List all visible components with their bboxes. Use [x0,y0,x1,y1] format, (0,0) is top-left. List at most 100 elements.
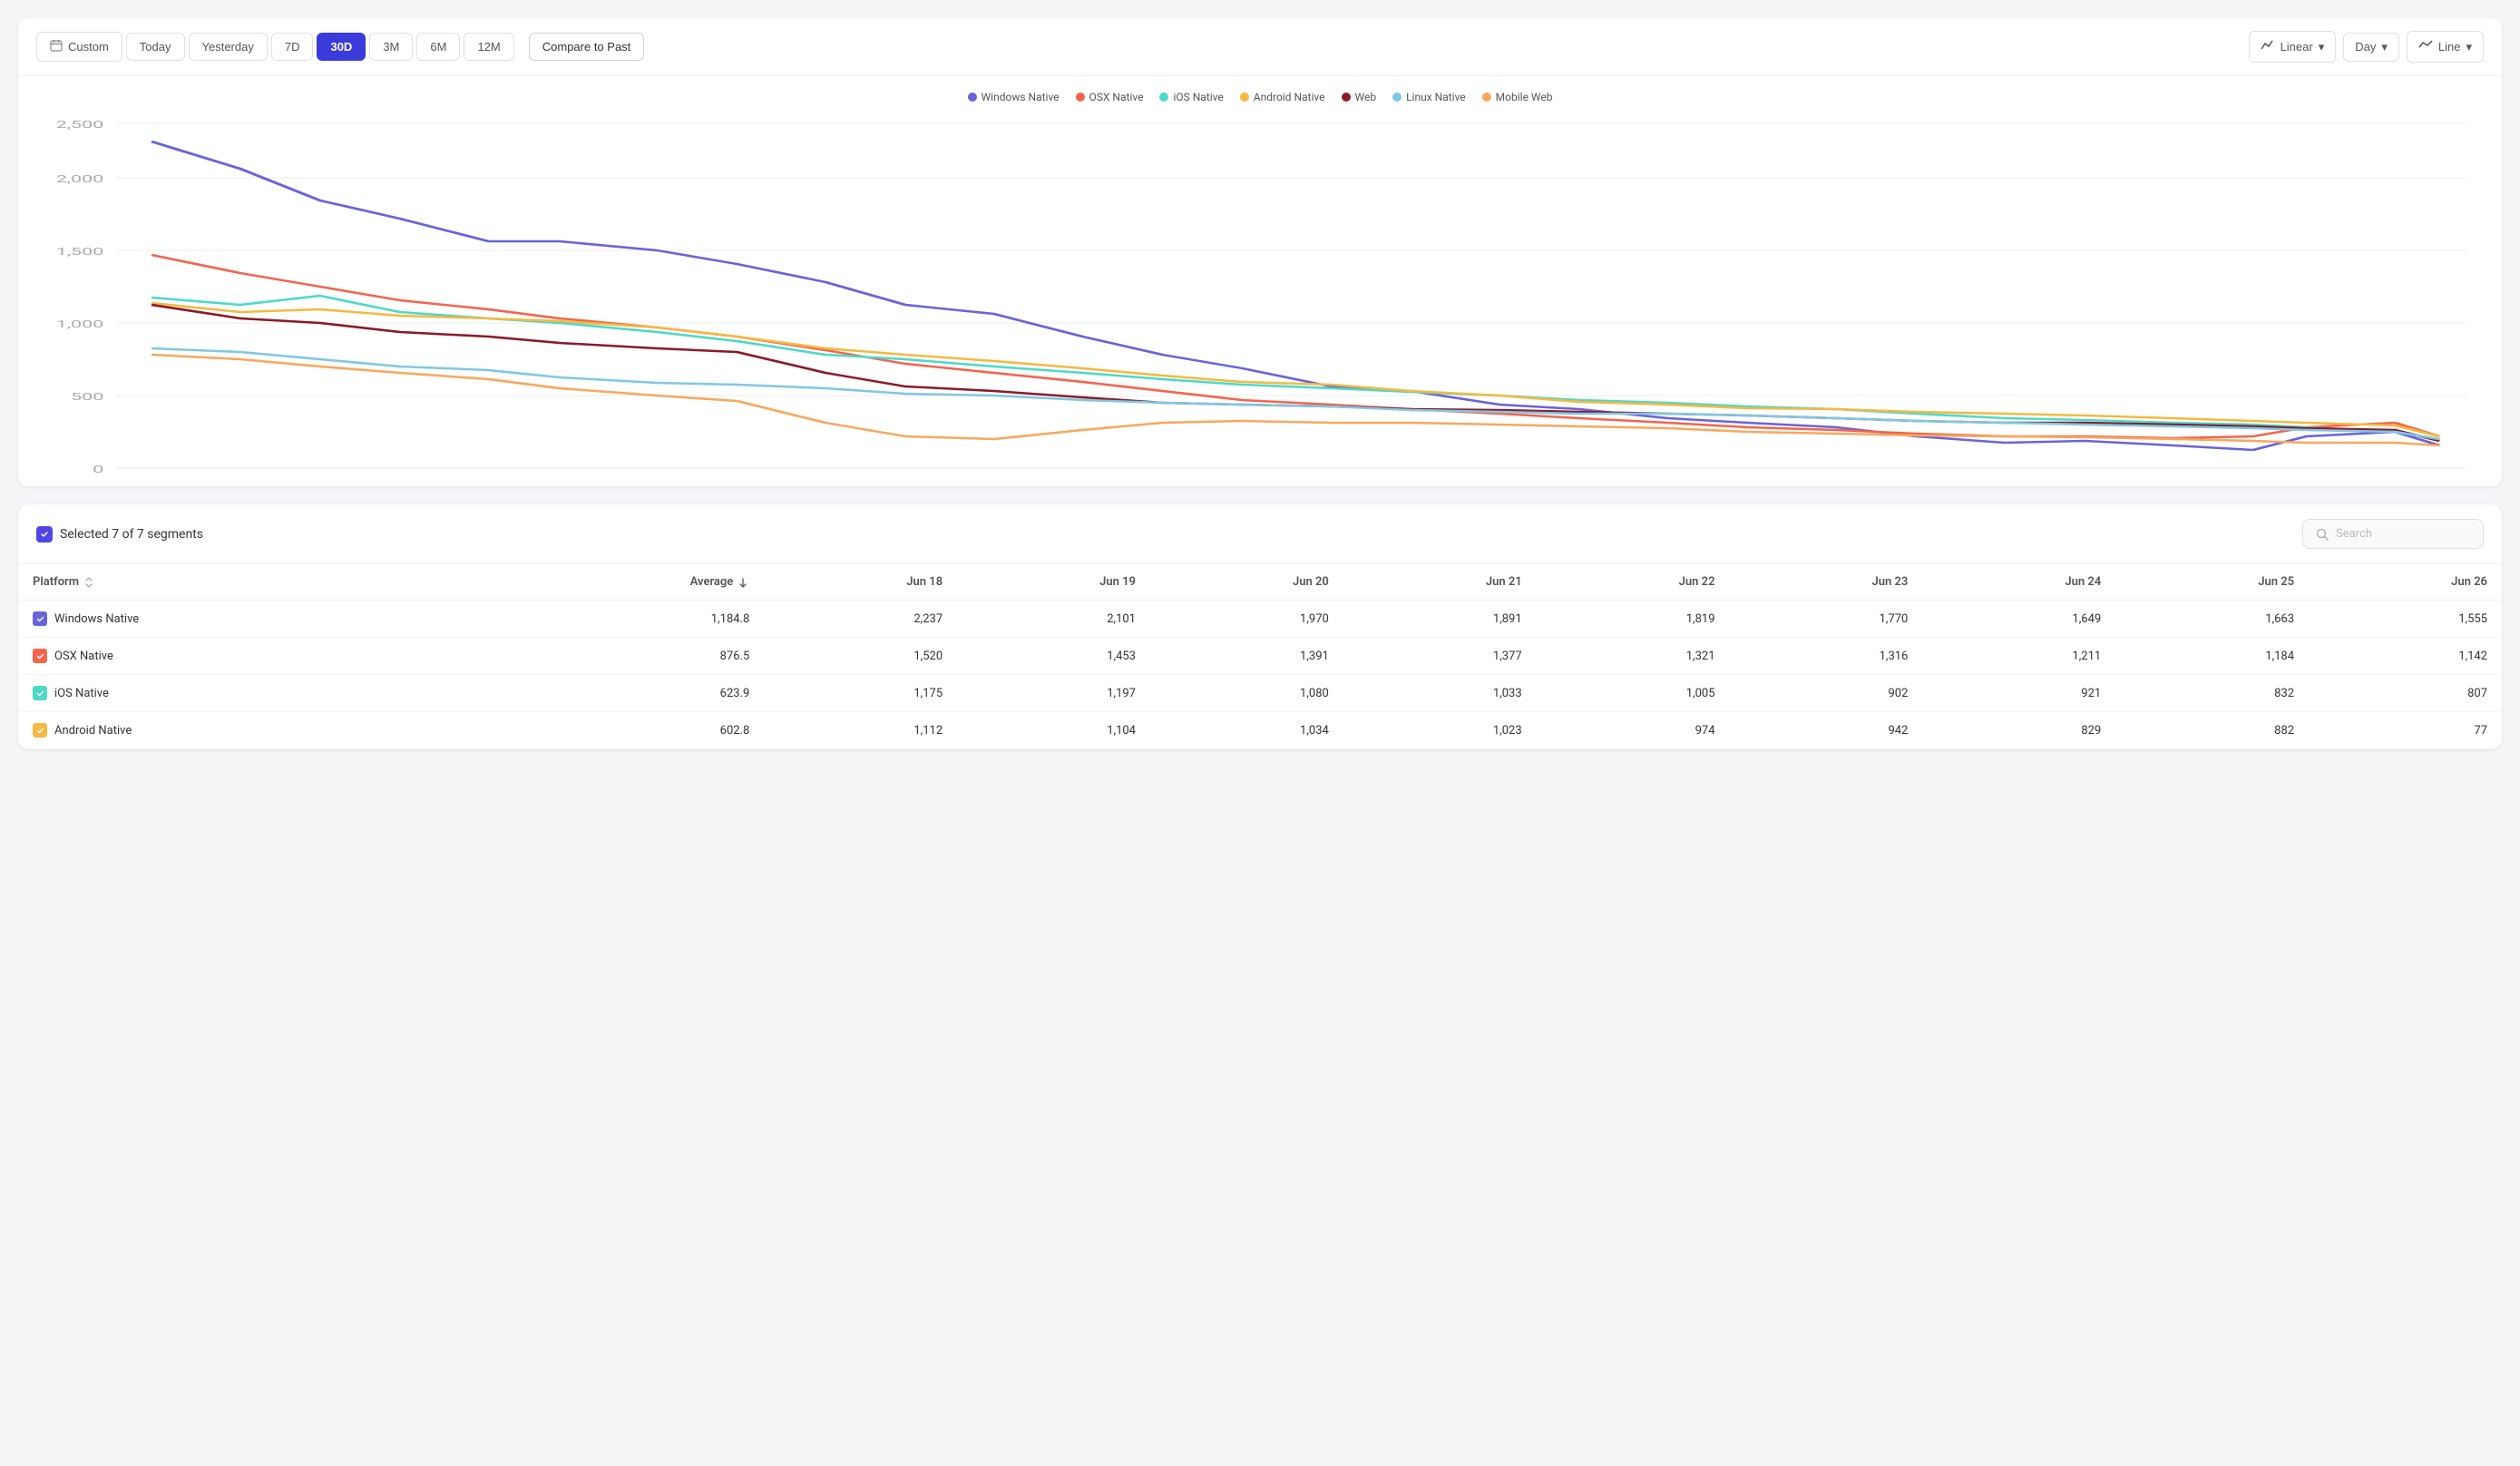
jun18-header: Jun 18 [764,564,957,601]
platform-header[interactable]: Platform [18,564,502,601]
legend-item-osx-native: OSX Native [1076,91,1144,103]
svg-text:Jun 20: Jun 20 [290,475,349,477]
toolbar: Custom Today Yesterday 7D 30D 3M 6M 12M [18,18,2502,76]
svg-text:Jul 6: Jul 6 [1646,475,1688,477]
average-cell: 602.8 [502,712,764,749]
value-cell: 1,104 [957,712,1150,749]
row-checkbox-1[interactable] [33,649,47,663]
svg-text:Jun 24: Jun 24 [628,475,688,477]
day-dropdown[interactable]: Day ▾ [2343,33,2399,62]
jun21-header: Jun 21 [1343,564,1537,601]
value-cell: 1,033 [1343,675,1537,712]
value-cell: 1,649 [1922,601,2115,638]
platform-name-2: iOS Native [54,687,109,700]
platform-name-0: Windows Native [54,612,139,626]
legend-item-windows-native: Windows Native [968,91,1060,103]
legend-label: Mobile Web [1496,91,1553,103]
value-cell: 1,175 [764,675,957,712]
legend-item-mobile-web: Mobile Web [1482,91,1553,103]
table-head: Platform Average [18,564,2502,601]
svg-text:1,000: 1,000 [56,318,104,330]
select-all-checkbox[interactable] [36,526,53,542]
value-cell: 1,453 [957,638,1150,675]
selected-count-label: Selected 7 of 7 segments [60,527,203,542]
svg-text:Jul 8: Jul 8 [1815,475,1857,477]
jun24-header: Jun 24 [1922,564,2115,601]
svg-text:Jun 28: Jun 28 [964,475,1023,477]
svg-text:Jul 4: Jul 4 [1479,475,1521,477]
value-cell: 1,142 [2309,638,2502,675]
legend-label: Windows Native [982,91,1060,103]
row-checkbox-2[interactable] [33,686,47,700]
average-header[interactable]: Average [502,564,764,601]
7d-label: 7D [285,40,300,54]
value-cell: 1,391 [1150,638,1343,675]
custom-button[interactable]: Custom [36,32,122,62]
legend-label: Linux Native [1406,91,1466,103]
data-table: Platform Average [18,564,2502,749]
7d-button[interactable]: 7D [271,33,314,61]
legend-item-ios-native: iOS Native [1159,91,1223,103]
platform-cell: Windows Native [18,601,502,638]
legend-dot [968,93,977,102]
value-cell: 1,005 [1537,675,1730,712]
value-cell: 1,034 [1150,712,1343,749]
table-card: Selected 7 of 7 segments Search Platform [18,504,2502,749]
day-label: Day [2355,40,2376,54]
svg-text:Jun 22: Jun 22 [459,475,518,477]
value-cell: 1,819 [1537,601,1730,638]
chart-container: 0 500 1,000 1,500 2,000 2,500 Jun 18 Jun… [36,114,2484,477]
row-checkbox-3[interactable] [33,723,47,738]
legend-item-android-native: Android Native [1240,91,1325,103]
yesterday-label: Yesterday [202,40,254,54]
legend-label: iOS Native [1173,91,1223,103]
line-dropdown[interactable]: Line ▾ [2407,31,2484,63]
30d-button[interactable]: 30D [317,33,366,61]
legend-dot [1342,93,1351,102]
search-box[interactable]: Search [2302,519,2484,549]
table-header: Selected 7 of 7 segments Search [18,504,2502,564]
today-button[interactable]: Today [126,33,185,61]
6m-button[interactable]: 6M [416,33,460,61]
platform-header-label: Platform [33,575,79,589]
jun19-header: Jun 19 [957,564,1150,601]
legend-dot [1159,93,1168,102]
linear-dropdown[interactable]: Linear ▾ [2249,31,2337,63]
value-cell: 1,770 [1730,601,1923,638]
yesterday-button[interactable]: Yesterday [189,33,268,61]
12m-button[interactable]: 12M [464,33,513,61]
toolbar-right: Linear ▾ Day ▾ Line ▾ [2249,31,2484,63]
value-cell: 1,184 [2115,638,2309,675]
jun25-header: Jun 25 [2115,564,2309,601]
value-cell: 807 [2309,675,2502,712]
chart-area: Windows Native OSX Native iOS Native Androi… [18,76,2502,486]
row-checkbox-0[interactable] [33,611,47,626]
value-cell: 829 [1922,712,2115,749]
value-cell: 942 [1730,712,1923,749]
value-cell: 902 [1730,675,1923,712]
today-label: Today [140,40,171,54]
svg-text:2,000: 2,000 [56,173,104,185]
platform-name-3: Android Native [54,724,132,738]
custom-label: Custom [68,40,109,54]
average-sort-icon [737,576,749,589]
value-cell: 1,321 [1537,638,1730,675]
value-cell: 974 [1537,712,1730,749]
3m-button[interactable]: 3M [369,33,413,61]
value-cell: 1,112 [764,712,957,749]
svg-text:Jul 16: Jul 16 [2413,475,2466,477]
svg-text:Jul 12: Jul 12 [2147,475,2200,477]
3m-label: 3M [383,40,399,54]
jun22-header: Jun 22 [1537,564,1730,601]
compare-label: Compare to Past [542,40,631,54]
svg-text:1,500: 1,500 [56,246,104,258]
30d-label: 30D [330,40,352,54]
table-body: Windows Native 1,184.82,2372,1011,9701,8… [18,601,2502,749]
line-chevron: ▾ [2466,40,2472,54]
compare-button[interactable]: Compare to Past [529,33,645,61]
svg-text:Jul 2: Jul 2 [1310,475,1352,477]
line-label: Line [2438,40,2461,54]
svg-text:Jun 18: Jun 18 [122,475,181,477]
value-cell: 2,237 [764,601,957,638]
12m-label: 12M [477,40,500,54]
